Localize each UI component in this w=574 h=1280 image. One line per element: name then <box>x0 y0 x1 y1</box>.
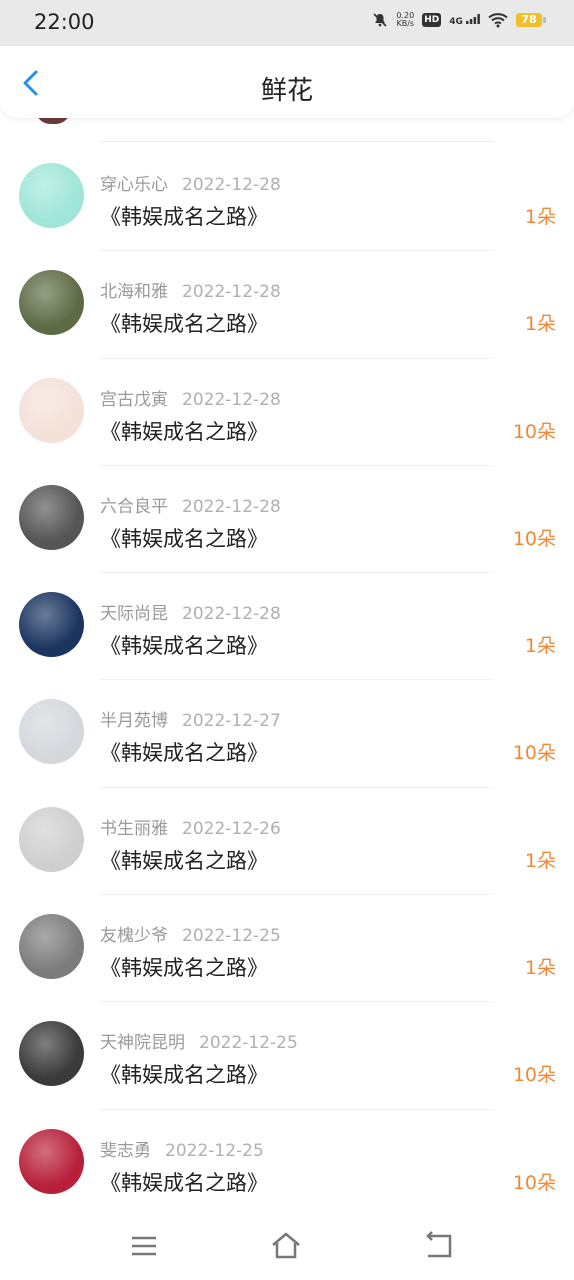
page-title: 鲜花 <box>260 76 313 106</box>
girl-with-bear-avatar[interactable] <box>19 377 84 443</box>
menu-icon[interactable] <box>128 1230 160 1262</box>
user-meta: 北海和雅 2022-12-28 <box>100 277 281 302</box>
book-title: 《韩娱成名之路》 <box>100 1063 268 1088</box>
user-name: 斐志勇 <box>100 1140 151 1161</box>
user-meta: 天际尚昆 2022-12-28 <box>100 599 281 624</box>
date: 2022-12-26 <box>182 818 281 839</box>
flower-count: 1朵 <box>524 957 556 980</box>
flower-count: 10朵 <box>512 1064 556 1087</box>
user-name: 半月苑博 <box>100 711 168 732</box>
girl-portrait-avatar[interactable] <box>19 699 84 765</box>
cartoon-sprout-avatar[interactable] <box>19 163 84 228</box>
book-title: 《韩娱成名之路》 <box>100 419 268 444</box>
battery-indicator: 78 <box>516 13 546 27</box>
list-item[interactable]: 友槐少爷 2022-12-25 《韩娱成名之路》 1朵 <box>0 895 574 1003</box>
status-bar: 22:00 0.20 KB/s HD 4G 78 <box>0 0 574 46</box>
user-meta: 友槐少爷 2022-12-25 <box>100 921 281 946</box>
child-avatar[interactable] <box>19 914 84 980</box>
status-time: 22:00 <box>34 10 95 34</box>
user-meta: 六合良平 2022-12-28 <box>100 492 281 517</box>
zodiac-avatar[interactable] <box>19 592 84 658</box>
hd-badge: HD <box>422 13 442 27</box>
signal-icon <box>466 13 480 24</box>
flower-count: 10朵 <box>512 1171 556 1194</box>
user-name: 穿心乐心 <box>100 175 168 195</box>
date: 2022-12-25 <box>199 1033 298 1054</box>
list-item[interactable]: 宫古戊寅 2022-12-28 《韩娱成名之路》 10朵 <box>0 359 574 466</box>
back-icon[interactable] <box>422 1230 454 1262</box>
list-item[interactable]: 北海和雅 2022-12-28 《韩娱成名之路》 1朵 <box>0 251 574 359</box>
flower-count: 1朵 <box>524 849 556 872</box>
date: 2022-12-28 <box>182 604 281 625</box>
user-name: 六合良平 <box>100 496 168 517</box>
flower-count: 1朵 <box>524 635 556 658</box>
book-title: 《韩娱成名之路》 <box>100 741 268 766</box>
flower-record-list: 穿心乐心 2022-12-28 《韩娱成名之路》 1朵 北海和雅 2022-12-28 《韩… <box>0 144 574 1217</box>
speed-unit: KB/s <box>396 19 415 28</box>
date: 2022-12-25 <box>182 926 281 947</box>
book-title: 《韩娱成名之路》 <box>100 526 268 551</box>
divider <box>100 141 494 142</box>
date: 2022-12-28 <box>182 175 281 195</box>
street-bw-avatar[interactable] <box>19 484 84 550</box>
anime-witch-avatar[interactable] <box>19 1021 84 1087</box>
list-item[interactable]: 半月苑博 2022-12-27 《韩娱成名之路》 10朵 <box>0 680 574 788</box>
date: 2022-12-27 <box>182 711 281 732</box>
user-name: 北海和雅 <box>100 282 168 303</box>
user-name: 宫古戊寅 <box>100 389 168 410</box>
flower-count: 10朵 <box>512 742 556 765</box>
user-name: 天神院昆明 <box>100 1033 185 1054</box>
system-navigation-bar <box>0 1212 574 1280</box>
finger-faces-avatar[interactable] <box>19 806 84 872</box>
list-item[interactable]: 书生丽雅 2022-12-26 《韩娱成名之路》 1朵 <box>0 788 574 896</box>
user-meta: 半月苑博 2022-12-27 <box>100 706 281 731</box>
user-meta: 书生丽雅 2022-12-26 <box>100 814 281 839</box>
network-label: 4G <box>449 16 463 27</box>
date: 2022-12-28 <box>182 389 281 410</box>
soldiers-avatar[interactable] <box>19 270 84 336</box>
book-title: 《韩娱成名之路》 <box>100 956 268 981</box>
user-name: 书生丽雅 <box>100 818 168 839</box>
status-icons: 0.20 KB/s HD 4G 78 <box>372 12 546 28</box>
book-title: 《韩娱成名之路》 <box>100 1170 268 1195</box>
app-header: 鲜花 <box>0 46 574 118</box>
book-title: 《韩娱成名之路》 <box>100 205 268 229</box>
user-meta: 宫古戊寅 2022-12-28 <box>100 385 281 410</box>
flower-count: 10朵 <box>512 420 556 443</box>
list-item[interactable]: 天神院昆明 2022-12-25 《韩娱成名之路》 10朵 <box>0 1002 574 1110</box>
user-meta: 天神院昆明 2022-12-25 <box>100 1028 298 1053</box>
book-title: 《韩娱成名之路》 <box>100 848 268 873</box>
wifi-icon <box>488 13 508 28</box>
home-icon[interactable] <box>270 1230 302 1262</box>
mute-bell-icon <box>373 13 387 27</box>
user-name: 友槐少爷 <box>100 926 168 947</box>
book-title: 《韩娱成名之路》 <box>100 312 268 337</box>
gift-card-avatar[interactable] <box>19 1128 84 1194</box>
flower-count: 10朵 <box>512 527 556 550</box>
user-meta: 穿心乐心 2022-12-28 <box>100 170 281 195</box>
list-item[interactable]: 天际尚昆 2022-12-28 《韩娱成名之路》 1朵 <box>0 573 574 681</box>
user-meta: 斐志勇 2022-12-25 <box>100 1136 264 1161</box>
list-item[interactable]: 六合良平 2022-12-28 《韩娱成名之路》 10朵 <box>0 466 574 574</box>
date: 2022-12-25 <box>165 1140 264 1161</box>
date: 2022-12-28 <box>182 496 281 517</box>
flower-count: 1朵 <box>524 313 556 336</box>
user-name: 天际尚昆 <box>100 604 168 625</box>
network-type: 4G <box>449 13 480 27</box>
list-item[interactable]: 穿心乐心 2022-12-28 《韩娱成名之路》 1朵 <box>0 144 574 252</box>
book-title: 《韩娱成名之路》 <box>100 634 268 659</box>
flower-count: 1朵 <box>524 206 556 228</box>
date: 2022-12-28 <box>182 282 281 303</box>
network-speed: 0.20 KB/s <box>396 12 414 28</box>
list-item[interactable]: 斐志勇 2022-12-25 《韩娱成名之路》 10朵 <box>0 1110 574 1217</box>
